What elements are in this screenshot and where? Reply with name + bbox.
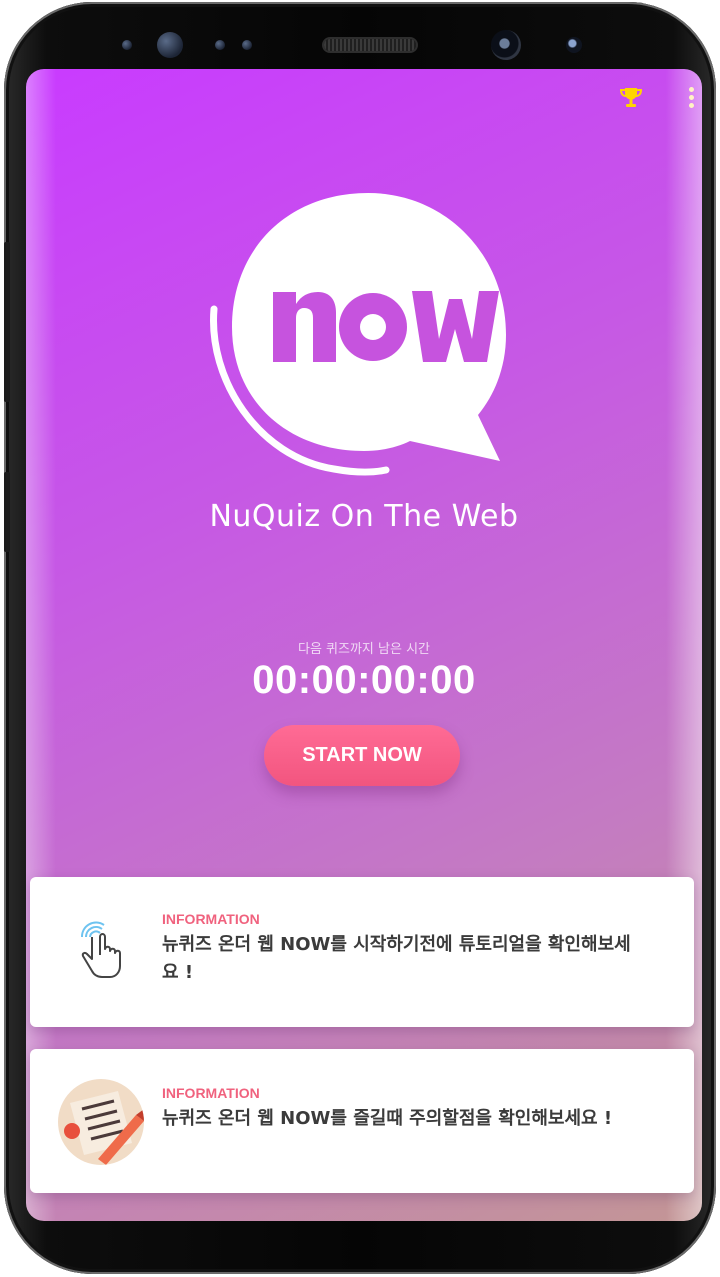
countdown-timer: 00:00:00:00 bbox=[252, 658, 476, 702]
volume-key bbox=[4, 242, 10, 402]
info-card-tutorial[interactable]: INFORMATION 뉴퀴즈 온더 웹 NOW를 시작하기전에 튜토리얼을 확… bbox=[30, 877, 694, 1027]
app-tagline: NuQuiz On The Web bbox=[209, 499, 519, 534]
app-screen: NuQuiz On The Web 다음 퀴즈까지 남은 시간 00:00:00… bbox=[26, 69, 702, 1221]
iris-scanner bbox=[157, 32, 183, 58]
sensor-dot bbox=[242, 40, 252, 50]
checklist-pencil-icon bbox=[58, 1079, 144, 1165]
sensor-dot bbox=[215, 40, 225, 50]
info-card-cautions[interactable]: INFORMATION 뉴퀴즈 온더 웹 NOW를 즐길때 주의할점을 확인해보… bbox=[30, 1049, 694, 1193]
sensor-dot bbox=[122, 40, 132, 50]
front-camera bbox=[491, 30, 521, 60]
card-message: 뉴퀴즈 온더 웹 NOW를 시작하기전에 튜토리얼을 확인해보세요 ! bbox=[162, 934, 631, 983]
more-vertical-icon[interactable] bbox=[686, 85, 696, 113]
start-now-button[interactable]: START NOW bbox=[264, 725, 460, 786]
secondary-camera bbox=[566, 37, 582, 53]
card-kicker: INFORMATION bbox=[162, 1085, 260, 1101]
earpiece-speaker bbox=[324, 39, 416, 51]
tap-hand-icon bbox=[74, 915, 130, 981]
countdown-label: 다음 퀴즈까지 남은 시간 bbox=[298, 642, 430, 657]
card-kicker: INFORMATION bbox=[162, 911, 260, 927]
bixby-key bbox=[4, 472, 10, 552]
now-logo bbox=[206, 179, 506, 499]
phone-frame: NuQuiz On The Web 다음 퀴즈까지 남은 시간 00:00:00… bbox=[4, 2, 716, 1274]
trophy-icon[interactable] bbox=[618, 85, 644, 111]
card-message: 뉴퀴즈 온더 웹 NOW를 즐길때 주의할점을 확인해보세요 ! bbox=[162, 1108, 613, 1129]
